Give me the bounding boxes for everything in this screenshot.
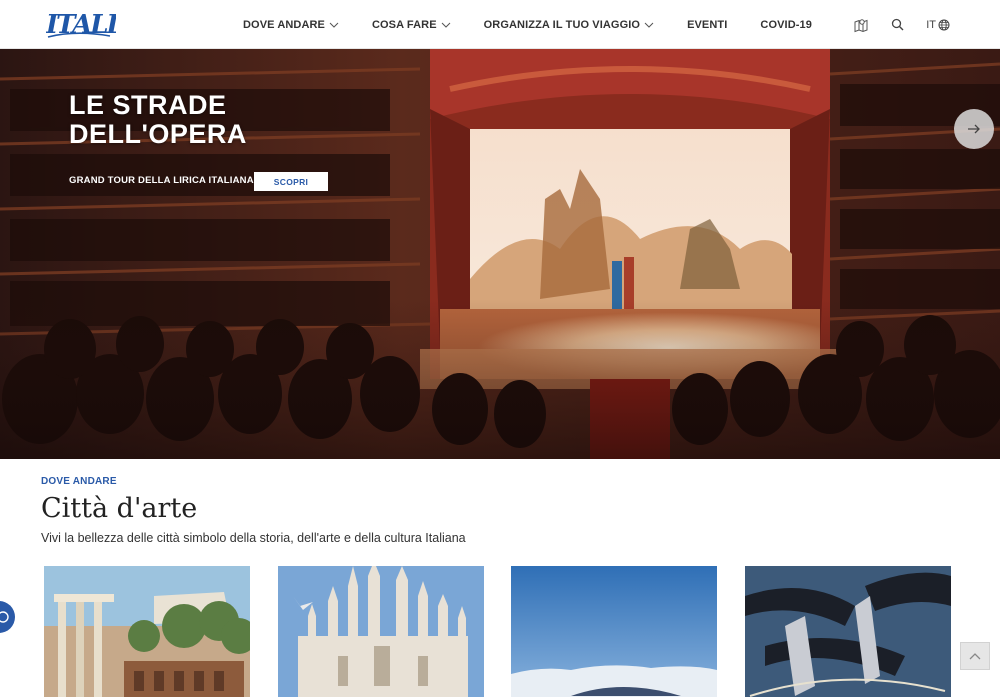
- italia-logo[interactable]: ITALIA: [46, 6, 116, 42]
- hero-banner: LE STRADE DELL'OPERA GRAND TOUR DELLA LI…: [0, 49, 1000, 459]
- city-card-image: [511, 566, 717, 697]
- nav-eventi[interactable]: EVENTI: [687, 19, 727, 31]
- city-card[interactable]: [745, 566, 951, 697]
- city-card[interactable]: [511, 566, 717, 697]
- nav-dove-andare[interactable]: DOVE ANDARE: [243, 19, 339, 31]
- nav-label: COVID-19: [760, 18, 812, 31]
- nav-organizza-viaggio[interactable]: ORGANIZZA IL TUO VIAGGIO: [484, 19, 654, 31]
- hero-title: LE STRADE DELL'OPERA: [69, 90, 247, 149]
- globe-icon: [938, 19, 950, 30]
- header-tools: IT: [831, 0, 950, 49]
- chevron-up-icon: [969, 653, 981, 660]
- arrow-right-icon: [968, 124, 980, 134]
- language-selector[interactable]: IT: [926, 19, 950, 31]
- nav-cosa-fare[interactable]: COSA FARE: [372, 19, 451, 31]
- carousel-next-button[interactable]: [954, 109, 994, 149]
- map-icon: [854, 18, 868, 32]
- nav-label: DOVE ANDARE: [243, 18, 325, 31]
- language-label: IT: [926, 18, 936, 31]
- section-description: Vivi la bellezza delle città simbolo del…: [41, 531, 466, 545]
- scroll-to-top-button[interactable]: [960, 642, 990, 670]
- accessibility-button[interactable]: [0, 601, 15, 633]
- search-button[interactable]: [891, 18, 904, 31]
- city-card-image: [745, 566, 951, 697]
- city-card[interactable]: [44, 566, 250, 697]
- hero-subtitle: GRAND TOUR DELLA LIRICA ITALIANA: [69, 175, 254, 186]
- nav-covid[interactable]: COVID-19: [760, 19, 812, 31]
- nav-label: ORGANIZZA IL TUO VIAGGIO: [483, 18, 641, 31]
- city-card[interactable]: [278, 566, 484, 697]
- city-cards: [44, 566, 954, 697]
- main-nav: DOVE ANDARE COSA FARE ORGANIZZA IL TUO V…: [243, 0, 845, 49]
- city-card-image: [44, 566, 250, 697]
- section-kicker[interactable]: DOVE ANDARE: [41, 476, 117, 487]
- nav-label: EVENTI: [687, 18, 728, 31]
- accessibility-icon: [0, 611, 9, 623]
- chevron-down-icon: [644, 22, 654, 28]
- chevron-down-icon: [441, 22, 451, 28]
- search-icon: [892, 18, 904, 31]
- section-title: Città d'arte: [41, 493, 198, 524]
- map-button[interactable]: [853, 17, 869, 33]
- city-card-image: [278, 566, 484, 697]
- chevron-down-icon: [329, 22, 339, 28]
- site-header: ITALIA DOVE ANDARE COSA FARE ORGANIZZA I…: [0, 0, 1000, 49]
- scopri-button[interactable]: SCOPRI: [254, 172, 328, 191]
- nav-label: COSA FARE: [371, 18, 437, 31]
